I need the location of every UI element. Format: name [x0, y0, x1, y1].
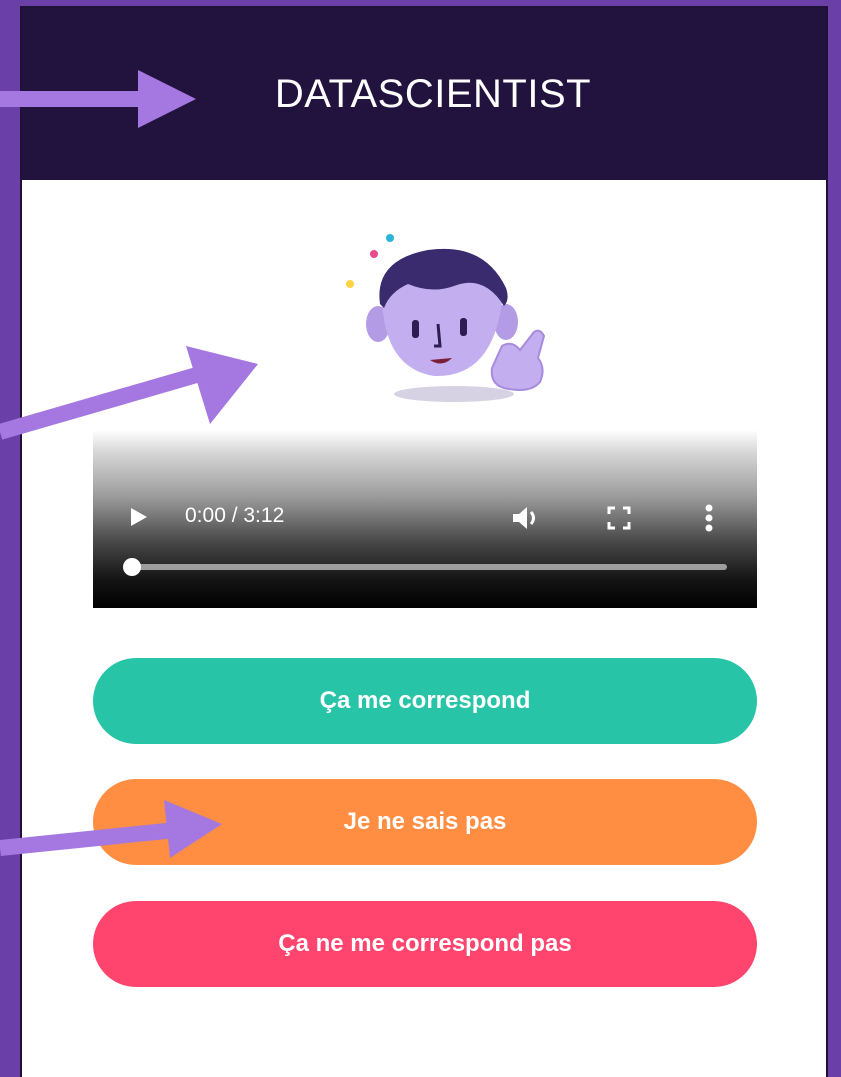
- match-button-label: Ça me correspond: [319, 687, 531, 714]
- play-icon[interactable]: [129, 506, 149, 533]
- volume-icon[interactable]: [511, 504, 541, 537]
- video-time: 0:00 / 3:12: [185, 504, 285, 527]
- unsure-button[interactable]: Je ne sais pas: [93, 779, 757, 865]
- more-options-icon[interactable]: [705, 504, 713, 537]
- app-screen: DATASCIENTIST 0:00 / 3:12 Ça me correspo…: [20, 6, 828, 1077]
- video-player[interactable]: 0:00 / 3:12: [93, 430, 757, 608]
- no-match-button-label: Ça ne me correspond pas: [278, 930, 572, 957]
- app-header: DATASCIENTIST: [22, 8, 826, 180]
- video-controls: 0:00 / 3:12: [93, 500, 757, 536]
- fullscreen-icon[interactable]: [607, 506, 631, 535]
- match-button[interactable]: Ça me correspond: [93, 658, 757, 744]
- app-title: DATASCIENTIST: [274, 71, 592, 116]
- unsure-button-label: Je ne sais pas: [343, 808, 507, 835]
- character-pointing-icon: [334, 228, 564, 408]
- no-match-button[interactable]: Ça ne me correspond pas: [93, 901, 757, 987]
- progress-thumb[interactable]: [123, 558, 141, 576]
- video-progress-bar[interactable]: [123, 558, 727, 576]
